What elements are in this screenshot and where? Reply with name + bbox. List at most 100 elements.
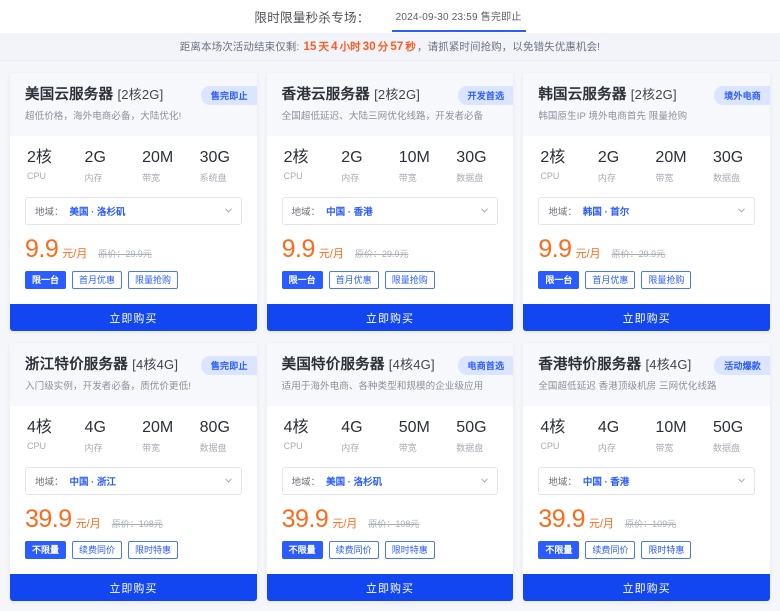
spec-item: 2G内存 — [85, 149, 125, 184]
card-subtitle: 全国超低延迟、大陆三网优化线路，开发者必备 — [282, 111, 499, 123]
product-card-5[interactable]: 美国特价服务器 [4核4G] 适用于海外电商、各种类型和规模的企业级应用 电商首… — [267, 343, 514, 601]
price-unit: 元/月 — [589, 515, 614, 531]
spec-item: 4G内存 — [598, 419, 638, 454]
spec-value: 20M — [655, 149, 695, 167]
spec-item: 30G数据盘 — [713, 149, 753, 184]
spec-label: 数据盘 — [456, 171, 496, 184]
spec-value: 30G — [456, 149, 496, 167]
product-card-1[interactable]: 美国云服务器 [2核2G] 超低价格，海外电商必备，大陆优化! 售完即止 2核C… — [10, 73, 257, 331]
region-select[interactable]: 地域： 中国 · 香港 — [282, 197, 499, 225]
region-label: 地域： — [35, 474, 64, 488]
chevron-down-icon — [225, 207, 232, 214]
tag-list: 不限量续费同价限时特惠 — [282, 541, 499, 559]
region-select[interactable]: 地域： 美国 · 洛杉矶 — [25, 197, 242, 225]
product-card-6[interactable]: 香港特价服务器 [4核4G] 全国超低延迟 香港顶级机房 三网优化线路 活动爆款… — [523, 343, 770, 601]
price-unit: 元/月 — [76, 515, 101, 531]
spec-label: CPU — [284, 171, 324, 181]
spec-item: 30G 数据盘 — [456, 149, 496, 184]
region-value: 中国 · 香港 — [583, 474, 629, 488]
spec-label: CPU — [540, 441, 580, 451]
countdown-hours: 4 — [330, 41, 339, 53]
card-header: 浙江特价服务器 [4核4G] 入门级实例，开发者必备，质优价更低! 售完即止 — [10, 343, 257, 406]
tag-1: 限一台 — [282, 271, 323, 289]
chevron-down-icon — [738, 477, 745, 484]
buy-now-button[interactable]: 立即购买 — [523, 574, 770, 601]
spec-item: 10M带宽 — [399, 149, 439, 184]
spec-value: 4核 — [284, 419, 324, 437]
spec-list: 4核CPU4G内存50M带宽50G数据盘 — [282, 419, 499, 454]
spec-value: 4核 — [27, 419, 67, 437]
region-select[interactable]: 地域： 中国 · 浙江 — [25, 467, 242, 495]
chevron-down-icon — [481, 207, 488, 214]
active-tab-underline — [392, 30, 526, 32]
original-price: 原价：29.9元 — [98, 247, 152, 260]
card-badge: 电商首选 — [458, 356, 514, 375]
buy-now-button[interactable]: 立即购买 — [10, 304, 257, 331]
region-select[interactable]: 地域： 美国 · 洛杉矶 — [282, 467, 499, 495]
buy-now-button[interactable]: 立即购买 — [267, 304, 514, 331]
card-title-text: 美国特价服务器 — [282, 357, 385, 373]
spec-label: 数据盘 — [713, 171, 753, 184]
session-date-tab[interactable]: 2024-09-30 23:59 售完即止 — [392, 4, 526, 30]
tag-1: 限一台 — [538, 271, 579, 289]
card-subtitle: 超低价格，海外电商必备，大陆优化! — [25, 111, 242, 123]
product-card-3[interactable]: 韩国云服务器 [2核2G] 韩国原生IP 境外电商首先 限量抢购 境外电商 2核… — [523, 73, 770, 331]
spec-value: 4G — [341, 419, 381, 437]
buy-now-button[interactable]: 立即购买 — [10, 574, 257, 601]
spec-label: 内存 — [85, 171, 125, 184]
spec-item: 10M带宽 — [655, 419, 695, 454]
card-subtitle: 入门级实例，开发者必备，质优价更低! — [25, 381, 242, 393]
spec-value: 20M — [142, 149, 182, 167]
countdown-text: 距离本场次活动结束仅剩: 15天4小时30分57秒，请抓紧时间抢购，以免错失优惠… — [180, 39, 600, 54]
tag-3: 限量抢购 — [641, 271, 691, 289]
spec-value: 10M — [399, 149, 439, 167]
buy-now-button[interactable]: 立即购买 — [523, 304, 770, 331]
spec-label: 数据盘 — [200, 441, 240, 454]
spec-item: 20M带宽 — [655, 149, 695, 184]
spec-value: 50G — [713, 419, 753, 437]
tag-3: 限量抢购 — [385, 271, 435, 289]
tag-2: 续费同价 — [585, 541, 635, 559]
spec-item: 80G数据盘 — [200, 419, 240, 454]
card-subtitle: 适用于海外电商、各种类型和规模的企业级应用 — [282, 381, 499, 393]
card-body: 4核CPU4G内存20M带宽80G数据盘 地域： 中国 · 浙江 39.9 元/… — [10, 406, 257, 601]
chevron-down-icon — [738, 207, 745, 214]
price-row: 9.9 元/月 原价：29.9元 — [282, 237, 499, 262]
countdown-hours-unit: 小时 — [339, 41, 362, 53]
spec-value: 2核 — [540, 149, 580, 167]
countdown-minutes: 30 — [362, 41, 377, 53]
price-amount: 39.9 — [538, 507, 585, 532]
price-row: 9.9 元/月 原价：29.9元 — [25, 237, 242, 262]
buy-now-button[interactable]: 立即购买 — [267, 574, 514, 601]
countdown-suffix: ，请抓紧时间抢购，以免错失优惠机会! — [417, 41, 600, 53]
tag-3: 限量抢购 — [128, 271, 178, 289]
spec-item: 2核CPU — [27, 149, 67, 184]
card-header: 美国云服务器 [2核2G] 超低价格，海外电商必备，大陆优化! 售完即止 — [10, 73, 257, 136]
product-card-4[interactable]: 浙江特价服务器 [4核4G] 入门级实例，开发者必备，质优价更低! 售完即止 4… — [10, 343, 257, 601]
product-card-2[interactable]: 香港云服务器 [2核2G] 全国超低延迟、大陆三网优化线路，开发者必备 开发首选… — [267, 73, 514, 331]
spec-value: 2G — [598, 149, 638, 167]
tag-2: 首月优惠 — [585, 271, 635, 289]
spec-value: 50M — [399, 419, 439, 437]
region-select[interactable]: 地域： 中国 · 香港 — [538, 467, 755, 495]
spec-label: 带宽 — [142, 441, 182, 454]
tag-2: 首月优惠 — [329, 271, 379, 289]
spec-label: CPU — [27, 171, 67, 181]
price-amount: 9.9 — [282, 237, 315, 262]
price-row: 39.9 元/月 原价：108元 — [282, 507, 499, 532]
region-label: 地域： — [548, 204, 577, 218]
spec-value: 50G — [456, 419, 496, 437]
tag-1: 不限量 — [282, 541, 323, 559]
tag-list: 限一台首月优惠限量抢购 — [25, 271, 242, 289]
card-badge: 售完即止 — [201, 356, 257, 375]
spec-item: 4核CPU — [27, 419, 67, 454]
spec-item: 50G数据盘 — [456, 419, 496, 454]
region-select[interactable]: 地域： 韩国 · 首尔 — [538, 197, 755, 225]
spec-item: 2核CPU — [284, 149, 324, 184]
tag-1: 不限量 — [538, 541, 579, 559]
region-value: 美国 · 洛杉矶 — [326, 474, 382, 488]
countdown-seconds: 57 — [389, 41, 404, 53]
tag-1: 限一台 — [25, 271, 66, 289]
original-price: 原价：109元 — [625, 517, 676, 530]
card-body: 2核CPU2G内存20M带宽30G系统盘 地域： 美国 · 洛杉矶 9.9 元/… — [10, 136, 257, 331]
